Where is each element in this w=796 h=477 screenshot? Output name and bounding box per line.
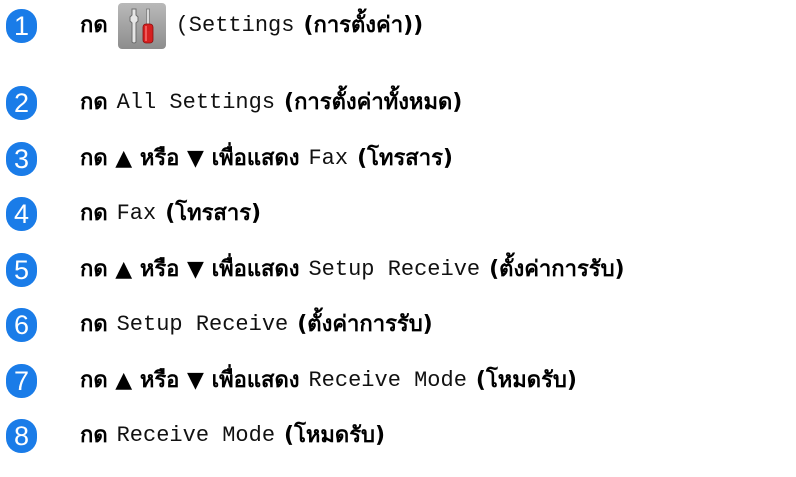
step-action-text: กด <box>80 312 108 337</box>
all-settings-button-name: All Settings <box>116 90 276 115</box>
settings-button-name: (Settings <box>175 13 295 38</box>
step-number-badge: 6 <box>6 308 37 342</box>
receive-mode-button-name: Receive Mode <box>116 423 276 448</box>
step-number-badge: 3 <box>6 142 37 176</box>
step-5: 5 กด ▲ หรือ ▼ เพื่อแสดง Setup Receive (ต… <box>6 248 625 292</box>
step-1: 1 กด (Settings (การตั้งค่า)) <box>6 3 424 49</box>
fax-button-name: Fax <box>116 201 157 226</box>
fax-thai-label: (โทรสาร) <box>357 146 453 171</box>
step-7: 7 กด ▲ หรือ ▼ เพื่อแสดง Receive Mode (โห… <box>6 359 577 403</box>
step-action-text: กด <box>80 201 108 226</box>
settings-thai-label: (การตั้งค่า)) <box>303 13 424 38</box>
step-number-badge: 5 <box>6 253 37 287</box>
step-2: 2 กด All Settings (การตั้งค่าทั้งหมด) <box>6 81 462 125</box>
step-number-badge: 7 <box>6 364 37 398</box>
fax-button-name: Fax <box>308 146 349 171</box>
fax-thai-label: (โทรสาร) <box>165 201 262 226</box>
step-number-badge: 4 <box>6 197 37 231</box>
step-action-text: กด ▲ หรือ ▼ เพื่อแสดง <box>80 146 300 171</box>
step-action-text: กด <box>80 90 108 115</box>
receive-mode-thai-label: (โหมดรับ) <box>284 423 386 448</box>
setup-receive-button-name: Setup Receive <box>308 257 481 282</box>
step-3: 3 กด ▲ หรือ ▼ เพื่อแสดง Fax (โทรสาร) <box>6 137 453 181</box>
step-8: 8 กด Receive Mode (โหมดรับ) <box>6 414 385 458</box>
step-action-text: กด <box>80 423 108 448</box>
step-4: 4 กด Fax (โทรสาร) <box>6 192 261 236</box>
step-action-text: กด ▲ หรือ ▼ เพื่อแสดง <box>80 368 300 393</box>
step-number-badge: 1 <box>6 9 37 43</box>
step-action-text: กด <box>80 13 108 38</box>
step-action-text: กด ▲ หรือ ▼ เพื่อแสดง <box>80 257 300 282</box>
setup-receive-button-name: Setup Receive <box>116 312 289 337</box>
setup-receive-thai-label: (ตั้งค่าการรับ) <box>297 312 433 337</box>
setup-receive-thai-label: (ตั้งค่าการรับ) <box>489 257 625 282</box>
step-6: 6 กด Setup Receive (ตั้งค่าการรับ) <box>6 303 433 347</box>
receive-mode-button-name: Receive Mode <box>308 368 467 393</box>
step-number-badge: 8 <box>6 419 37 453</box>
all-settings-thai-label: (การตั้งค่าทั้งหมด) <box>284 90 463 115</box>
step-number-badge: 2 <box>6 86 37 120</box>
receive-mode-thai-label: (โหมดรับ) <box>475 368 577 393</box>
settings-tools-icon <box>117 3 166 49</box>
